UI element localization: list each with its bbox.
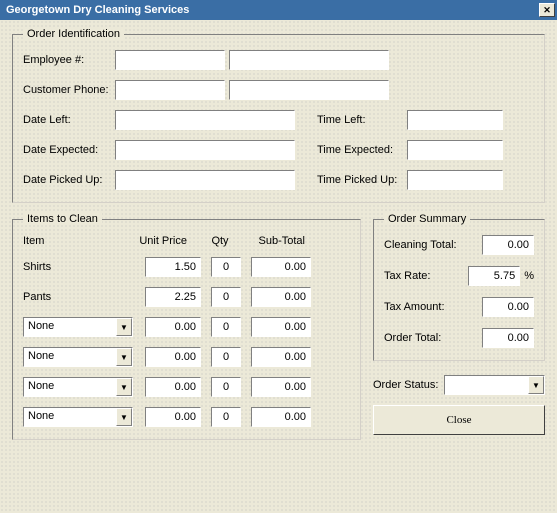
item-combo-value: None [24,348,116,366]
item-combo[interactable]: None▼ [23,377,133,397]
employee-num-a[interactable] [115,50,225,70]
taxrate-label: Tax Rate: [384,270,430,282]
subtotal-input[interactable] [251,257,311,277]
time-picked-input[interactable] [407,170,503,190]
item-combo[interactable]: None▼ [23,347,133,367]
unit-price-input[interactable] [145,407,201,427]
order-status-combo[interactable]: ▼ [444,375,545,395]
cleaning-total-label: Cleaning Total: [384,239,457,251]
date-picked-label: Date Picked Up: [23,174,111,186]
chevron-down-icon: ▼ [116,408,132,426]
item-row: None▼ [23,317,350,337]
time-left-label: Time Left: [317,114,403,126]
time-left-input[interactable] [407,110,503,130]
hdr-unit-price: Unit Price [133,235,193,247]
close-button-label: Close [446,414,471,426]
close-button[interactable]: Close [373,405,545,435]
item-row: None▼ [23,347,350,367]
subtotal-input[interactable] [251,377,311,397]
qty-input[interactable] [211,407,241,427]
taxamt-input[interactable] [482,297,534,317]
customer-phone-a[interactable] [115,80,225,100]
item-combo-value: None [24,408,116,426]
chevron-down-icon: ▼ [116,318,132,336]
item-combo[interactable]: None▼ [23,407,133,427]
hdr-qty: Qty [203,235,237,247]
item-name: Pants [23,291,133,303]
time-expected-input[interactable] [407,140,503,160]
qty-input[interactable] [211,287,241,307]
titlebar: Georgetown Dry Cleaning Services ✕ [0,0,557,20]
chevron-down-icon: ▼ [528,376,544,394]
employee-num-b[interactable] [229,50,389,70]
hdr-item: Item [23,235,133,247]
unit-price-input[interactable] [145,257,201,277]
form-body: Order Identification Employee #: Custome… [0,20,557,513]
chevron-down-icon: ▼ [116,348,132,366]
item-row: None▼ [23,407,350,427]
date-left-input[interactable] [115,110,295,130]
ordertotal-label: Order Total: [384,332,441,344]
qty-input[interactable] [211,257,241,277]
hdr-subtotal: Sub-Total [247,235,309,247]
date-left-label: Date Left: [23,114,111,126]
summary-legend: Order Summary [384,213,470,225]
subtotal-input[interactable] [251,317,311,337]
item-row: Pants [23,287,350,307]
date-expected-input[interactable] [115,140,295,160]
item-row: Shirts [23,257,350,277]
customer-label: Customer Phone: [23,84,111,96]
taxamt-label: Tax Amount: [384,301,445,313]
qty-input[interactable] [211,317,241,337]
date-expected-label: Date Expected: [23,144,111,156]
subtotal-input[interactable] [251,287,311,307]
item-combo-value: None [24,318,116,336]
cleaning-total-input[interactable] [482,235,534,255]
order-status-value [445,376,528,394]
date-picked-input[interactable] [115,170,295,190]
pct-label: % [524,270,534,282]
close-icon[interactable]: ✕ [539,3,555,17]
window-title: Georgetown Dry Cleaning Services [6,4,189,16]
time-picked-label: Time Picked Up: [317,174,403,186]
order-id-legend: Order Identification [23,28,124,40]
subtotal-input[interactable] [251,407,311,427]
taxrate-input[interactable] [468,266,520,286]
customer-phone-b[interactable] [229,80,389,100]
item-combo-value: None [24,378,116,396]
unit-price-input[interactable] [145,377,201,397]
order-status-label: Order Status: [373,379,438,391]
item-name: Shirts [23,261,133,273]
order-identification-group: Order Identification Employee #: Custome… [12,28,545,203]
subtotal-input[interactable] [251,347,311,367]
unit-price-input[interactable] [145,287,201,307]
employee-label: Employee #: [23,54,111,66]
summary-group: Order Summary Cleaning Total: Tax Rate: … [373,213,545,361]
ordertotal-input[interactable] [482,328,534,348]
time-expected-label: Time Expected: [317,144,403,156]
item-row: None▼ [23,377,350,397]
item-combo[interactable]: None▼ [23,317,133,337]
qty-input[interactable] [211,347,241,367]
chevron-down-icon: ▼ [116,378,132,396]
items-group: Items to Clean Item Unit Price Qty Sub-T… [12,213,361,440]
unit-price-input[interactable] [145,317,201,337]
unit-price-input[interactable] [145,347,201,367]
items-legend: Items to Clean [23,213,102,225]
qty-input[interactable] [211,377,241,397]
